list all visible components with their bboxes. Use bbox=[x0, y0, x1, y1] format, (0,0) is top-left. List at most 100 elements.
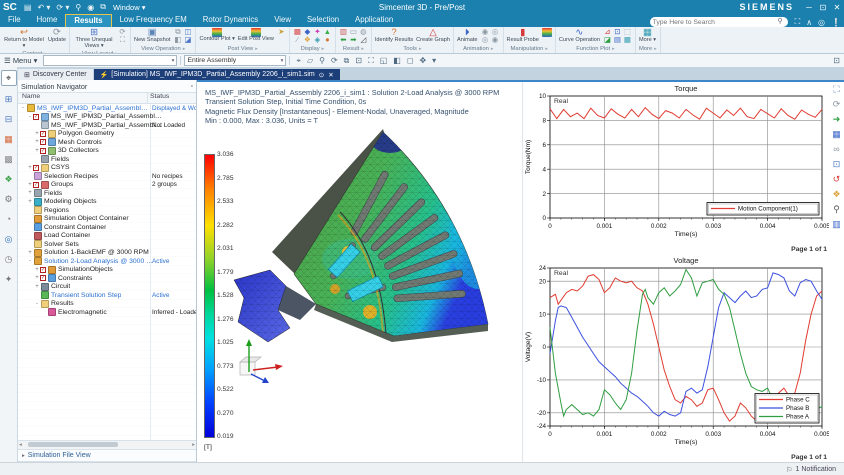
ribbon-tab-view[interactable]: View bbox=[266, 14, 299, 27]
simulation-file-view-section[interactable]: ▸Simulation File View bbox=[18, 449, 196, 461]
redo-icon[interactable]: ⟳ ▾ bbox=[56, 3, 69, 12]
minimize-icon[interactable]: ─ bbox=[802, 3, 816, 12]
ribbon-tab-rotor-dynamics[interactable]: Rotor Dynamics bbox=[195, 14, 266, 27]
tree-row-fields[interactable]: +Fields bbox=[18, 189, 196, 198]
ribbon-button-result-probe[interactable]: ▮Result Probe bbox=[507, 28, 539, 44]
ribbon-tab-low-frequency-em[interactable]: Low Frequency EM bbox=[112, 14, 195, 27]
tree-row-load-container[interactable]: Load Container bbox=[18, 232, 196, 241]
checkbox-icon[interactable]: ✓ bbox=[40, 275, 46, 281]
history-icon[interactable]: ◷ bbox=[2, 252, 16, 266]
glasses-icon[interactable]: ∞ bbox=[833, 144, 839, 159]
ribbon-button-curve-operation[interactable]: ∿Curve Operation bbox=[559, 28, 600, 44]
orient-icon[interactable]: ◱ bbox=[380, 56, 388, 65]
window-refresh-icon[interactable]: ⊡ bbox=[833, 159, 841, 174]
tree-row-constraints[interactable]: +✓Constraints bbox=[18, 274, 196, 283]
scroll-left-icon[interactable]: ◂ bbox=[19, 441, 22, 449]
play-green-icon[interactable]: ➜ bbox=[833, 114, 841, 129]
assembly-navigator-icon[interactable]: ⊞ bbox=[2, 92, 16, 106]
tree-row-regions[interactable]: Regions bbox=[18, 206, 196, 215]
close-tab-icon[interactable]: ✕ bbox=[328, 71, 333, 79]
display-sphere-icon[interactable]: ● bbox=[323, 36, 332, 44]
selection-filter-icon[interactable]: ⌖ bbox=[296, 56, 301, 66]
model-canvas[interactable] bbox=[220, 84, 520, 414]
snap-icon[interactable]: ⚲ bbox=[319, 56, 325, 65]
fp-fill-icon[interactable]: ◪ bbox=[603, 36, 612, 44]
touch-icon[interactable]: ◉ bbox=[87, 3, 94, 12]
panel-pin-icon[interactable]: ▫ bbox=[191, 83, 193, 90]
post-next-icon[interactable]: ➤ bbox=[277, 28, 286, 36]
web-browser-icon[interactable]: ◎ bbox=[2, 232, 16, 246]
ribbon-tab-home[interactable]: Home bbox=[29, 14, 66, 27]
pan-icon[interactable]: ✥ bbox=[419, 56, 426, 65]
search-input[interactable] bbox=[653, 18, 776, 27]
tree-row-csys[interactable]: +✓CSYS bbox=[18, 164, 196, 173]
last-frame-icon[interactable]: ◉ bbox=[491, 36, 500, 44]
ribbon-button-update[interactable]: ⟳Update bbox=[48, 28, 66, 44]
columns-icon[interactable]: ▥ bbox=[832, 219, 841, 234]
ribbon-tab-selection[interactable]: Selection bbox=[299, 14, 347, 27]
physics-icon[interactable]: ⚙ bbox=[2, 192, 16, 206]
fit-icon[interactable]: ⛶ bbox=[368, 56, 374, 66]
more-icon[interactable]: ▾ bbox=[432, 56, 436, 65]
tree-row-ms-iwf-ipm3d-partial-assembly-2206-i[interactable]: -✓MS_IWF_IPM3D_Partial_Assembly 2206_i..… bbox=[18, 113, 196, 122]
tree-row-modeling-objects[interactable]: +Modeling Objects bbox=[18, 198, 196, 207]
display-slash-icon[interactable]: ∕ bbox=[293, 36, 302, 44]
ribbon-button-manipulate-icon[interactable] bbox=[542, 28, 552, 37]
tree-row-solution-1-backemf-3000-rpm[interactable]: +Solution 1-BackEMF @ 3000 RPM bbox=[18, 249, 196, 258]
select-face-icon[interactable]: ▱ bbox=[307, 56, 313, 65]
checkbox-icon[interactable]: ✓ bbox=[33, 114, 39, 120]
prev-result-icon[interactable]: ⬅ bbox=[339, 36, 348, 44]
next-result-icon[interactable]: ➡ bbox=[349, 36, 358, 44]
display-cut-icon[interactable]: ◈ bbox=[313, 36, 322, 44]
tree-row-ms-iwf-ipm3d-partial-assembly-2206-i[interactable]: MS_IWF_IPM3D_Partial_Assembly 2206_i...N… bbox=[18, 121, 196, 130]
fp-grid-icon[interactable]: ▦ bbox=[623, 36, 632, 44]
help-icon[interactable]: ◎ bbox=[818, 18, 825, 27]
wireframe-icon[interactable]: ◻ bbox=[407, 56, 414, 65]
section-view-icon[interactable]: ◪ bbox=[183, 36, 192, 44]
column-status[interactable]: Status bbox=[148, 93, 196, 103]
refresh-view-icon[interactable]: ⟳ bbox=[833, 99, 841, 114]
ribbon-button-new-snapshot[interactable]: ▣New Snapshot bbox=[134, 28, 170, 44]
tree-row-fields[interactable]: Fields bbox=[18, 155, 196, 164]
tree-row-groups[interactable]: +✓Groups2 groups bbox=[18, 181, 196, 190]
menu-button[interactable]: ☰ Menu ▾ bbox=[4, 56, 37, 65]
refresh-icon[interactable]: ⟳ bbox=[331, 56, 338, 65]
assembly-scope-select[interactable]: Entire Assembly▾ bbox=[184, 55, 286, 66]
fit-view-icon[interactable]: ⛶ bbox=[118, 36, 127, 44]
ribbon-button-contour-plot[interactable]: Contour Plot ▾ bbox=[199, 28, 234, 43]
checkbox-icon[interactable]: ✓ bbox=[40, 267, 46, 273]
alert-icon[interactable]: ❕ bbox=[831, 18, 841, 27]
torque-chart[interactable]: Torque00.0010.0020.0030.0040.0050246810R… bbox=[523, 82, 831, 254]
voltage-chart[interactable]: Voltage00.0010.0020.0030.0040.005-24-20-… bbox=[523, 254, 831, 462]
ribbon-button-identify-results[interactable]: ?Identify Results bbox=[375, 28, 413, 44]
snapshot-icon[interactable]: ⛶ bbox=[833, 84, 839, 99]
ribbon-tab-results[interactable]: Results bbox=[65, 14, 111, 27]
tree-row-electromagnetic[interactable]: ElectromagneticInferred - Loaded bbox=[18, 308, 196, 317]
ribbon-tab-application[interactable]: Application bbox=[347, 14, 401, 27]
pin-icon[interactable]: ⚲ bbox=[75, 3, 81, 12]
checkbox-icon[interactable]: ✓ bbox=[40, 148, 46, 154]
result-curve-icon[interactable]: ◿ bbox=[359, 36, 368, 44]
tree-row-solution-2-load-analysis-3000-rpm[interactable]: -Solution 2-Load Analysis @ 3000 RPMActi… bbox=[18, 257, 196, 266]
tree-row-mesh-controls[interactable]: +✓Mesh Controls bbox=[18, 138, 196, 147]
window-copy-icon[interactable]: ⧉ bbox=[100, 2, 106, 12]
shaded-icon[interactable]: ◧ bbox=[393, 56, 401, 65]
ribbon-button-return-to-model[interactable]: ↩Return to Model ▾ bbox=[3, 28, 45, 50]
tree-row-simulationobjects[interactable]: +✓SimulationObjects bbox=[18, 266, 196, 275]
copy-icon[interactable]: ⧉ bbox=[344, 56, 350, 66]
materials-icon[interactable]: ❖ bbox=[2, 172, 16, 186]
doc-tab-discovery-center[interactable]: ⊞Discovery Center bbox=[18, 69, 93, 80]
constraint-navigator-icon[interactable]: ⊟ bbox=[2, 112, 16, 126]
close-icon[interactable]: ✕ bbox=[830, 3, 844, 12]
checkbox-icon[interactable]: ✓ bbox=[33, 165, 39, 171]
tree-row-ms-iwf-ipm3d-partial-assembly-2206-i-sim[interactable]: -MS_IWF_IPM3D_Partial_Assembly 2206_i_si… bbox=[18, 104, 196, 113]
ribbon-button-animate[interactable]: ⏵Animate bbox=[457, 28, 478, 44]
fullscreen-icon[interactable]: ⛶ bbox=[795, 17, 801, 27]
undo-icon[interactable]: ↶ ▾ bbox=[37, 3, 50, 12]
fp-rows-icon[interactable]: ▤ bbox=[613, 36, 622, 44]
post-processing-navigator-icon[interactable]: ▦ bbox=[2, 132, 16, 146]
shaded-view-icon[interactable]: ◧ bbox=[173, 36, 182, 44]
doc-tab-simulation-ms-iwf-ipm3d-partial-assembly[interactable]: ⚡[Simulation] MS_IWF_IPM3D_Partial_Assem… bbox=[94, 69, 340, 80]
minimize-ribbon-icon[interactable]: ∧ bbox=[806, 18, 812, 27]
gallery-icon[interactable]: ▤ bbox=[24, 3, 32, 12]
